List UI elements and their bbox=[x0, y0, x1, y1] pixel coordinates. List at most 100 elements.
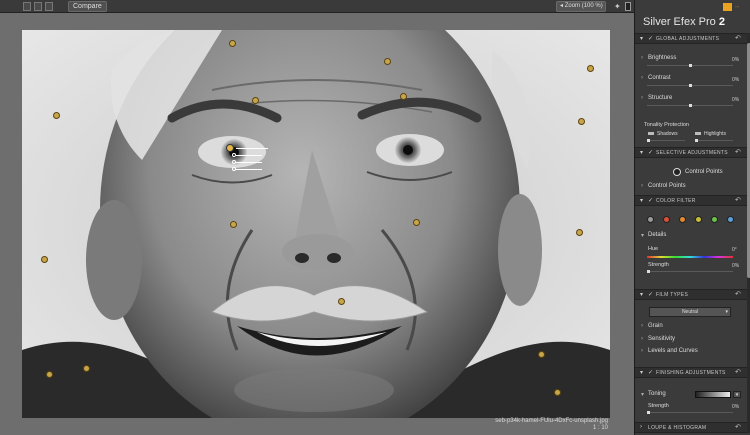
slider-thumb[interactable] bbox=[689, 64, 692, 67]
reset-icon[interactable]: ↶ bbox=[735, 423, 741, 431]
reset-icon[interactable]: ↶ bbox=[735, 34, 741, 42]
slider-thumb[interactable] bbox=[647, 139, 650, 142]
active-control-point[interactable] bbox=[226, 144, 276, 178]
control-point[interactable] bbox=[338, 298, 345, 305]
toning-dropdown-icon[interactable]: ▾ bbox=[733, 391, 741, 398]
structure-slider[interactable] bbox=[647, 104, 733, 107]
color-filter-swatch[interactable] bbox=[663, 216, 670, 223]
section-film-types[interactable]: ▾ ✓ FILM TYPES ↶ bbox=[635, 289, 747, 300]
control-point[interactable] bbox=[400, 93, 407, 100]
shadows-label: Shadows bbox=[657, 131, 678, 137]
grain-label[interactable]: Grain bbox=[648, 323, 663, 329]
section-finishing-adjustments[interactable]: ▾ ✓ FINISHING ADJUSTMENTS ↶ bbox=[635, 367, 747, 378]
reset-icon[interactable]: ↶ bbox=[735, 148, 741, 156]
slider-thumb[interactable] bbox=[647, 270, 650, 273]
section-color-filter[interactable]: ▾ ✓ COLOR FILTER ↶ bbox=[635, 195, 747, 206]
control-point[interactable] bbox=[53, 112, 60, 119]
row-chevron-icon[interactable]: › bbox=[641, 183, 643, 189]
highlights-slider[interactable] bbox=[695, 139, 733, 142]
row-chevron-icon[interactable]: › bbox=[641, 348, 643, 354]
control-point[interactable] bbox=[384, 58, 391, 65]
color-filter-swatch[interactable] bbox=[679, 216, 686, 223]
row-chevron-icon[interactable]: › bbox=[641, 75, 643, 81]
toning-strength-value: 0% bbox=[732, 404, 740, 410]
brightness-slider[interactable] bbox=[647, 64, 733, 67]
control-point[interactable] bbox=[587, 65, 594, 72]
background-color-icon[interactable] bbox=[625, 2, 631, 11]
section-chevron-icon[interactable]: ▾ bbox=[641, 391, 644, 398]
hue-label: Hue bbox=[648, 246, 659, 252]
slider-thumb[interactable] bbox=[689, 104, 692, 107]
reset-icon[interactable]: ↶ bbox=[735, 290, 741, 298]
slider-thumb[interactable] bbox=[695, 139, 698, 142]
slider-thumb[interactable] bbox=[689, 84, 692, 87]
control-point[interactable] bbox=[230, 221, 237, 228]
reset-icon[interactable]: ↶ bbox=[735, 368, 741, 376]
app-brand: Silver Efex Pro 2 bbox=[643, 16, 725, 28]
highlights-icon bbox=[695, 132, 701, 135]
side-by-side-view-icon[interactable] bbox=[45, 2, 53, 11]
color-filter-swatch[interactable] bbox=[711, 216, 718, 223]
color-filter-swatch[interactable] bbox=[727, 216, 734, 223]
section-enable-check-icon[interactable]: ✓ bbox=[648, 149, 653, 156]
zoom-dropdown[interactable]: ◂ Zoom (100 %) bbox=[556, 1, 606, 12]
control-points-list-label[interactable]: Control Points bbox=[648, 183, 686, 189]
color-filter-swatch[interactable] bbox=[647, 216, 654, 223]
control-point[interactable] bbox=[41, 256, 48, 263]
control-point[interactable] bbox=[413, 219, 420, 226]
section-enable-check-icon[interactable]: ✓ bbox=[648, 35, 653, 42]
hue-value: 0° bbox=[732, 247, 737, 253]
brightness-value: 0% bbox=[732, 57, 740, 63]
row-chevron-icon[interactable]: › bbox=[641, 55, 643, 61]
film-type-select[interactable]: Neutral ▾ bbox=[649, 307, 731, 317]
strength-value: 0% bbox=[732, 263, 740, 269]
section-title: GLOBAL ADJUSTMENTS bbox=[656, 36, 720, 42]
section-global-adjustments[interactable]: ▾ ✓ GLOBAL ADJUSTMENTS ↶ bbox=[635, 33, 747, 44]
row-chevron-icon[interactable]: › bbox=[641, 323, 643, 329]
section-enable-check-icon[interactable]: ✓ bbox=[648, 197, 653, 204]
preview-photo[interactable] bbox=[22, 30, 610, 418]
levels-curves-label[interactable]: Levels and Curves bbox=[648, 348, 698, 354]
row-chevron-icon[interactable]: › bbox=[641, 336, 643, 342]
section-title: SELECTIVE ADJUSTMENTS bbox=[656, 150, 728, 156]
section-chevron-icon: ▾ bbox=[640, 292, 644, 298]
section-loupe-histogram[interactable]: › LOUPE & HISTOGRAM ↶ bbox=[635, 422, 747, 433]
control-point[interactable] bbox=[83, 365, 90, 372]
single-view-icon[interactable] bbox=[23, 2, 31, 11]
section-chevron-icon: ▾ bbox=[640, 36, 644, 42]
section-chevron-icon: ▾ bbox=[640, 370, 644, 376]
hand-tool-icon[interactable]: ✦ bbox=[614, 2, 622, 11]
toning-strength-slider[interactable] bbox=[647, 411, 733, 414]
control-point[interactable] bbox=[252, 97, 259, 104]
control-point[interactable] bbox=[578, 118, 585, 125]
section-enable-check-icon[interactable]: ✓ bbox=[648, 291, 653, 298]
slider-thumb[interactable] bbox=[647, 411, 650, 414]
section-chevron-icon[interactable]: ▾ bbox=[641, 232, 644, 239]
add-control-point-button[interactable]: Control Points bbox=[645, 166, 737, 179]
nik-logo-text: ◦◦◦ bbox=[735, 4, 740, 9]
contrast-slider[interactable] bbox=[647, 84, 733, 87]
section-title: FILM TYPES bbox=[656, 292, 689, 298]
control-point[interactable] bbox=[538, 351, 545, 358]
hue-slider[interactable] bbox=[647, 256, 733, 258]
control-point[interactable] bbox=[46, 371, 53, 378]
control-point[interactable] bbox=[554, 389, 561, 396]
details-label[interactable]: Details bbox=[648, 232, 666, 238]
structure-value: 0% bbox=[732, 97, 740, 103]
color-filter-swatch[interactable] bbox=[695, 216, 702, 223]
shadows-slider[interactable] bbox=[647, 139, 685, 142]
control-point[interactable] bbox=[229, 40, 236, 47]
compare-button[interactable]: Compare bbox=[68, 1, 107, 12]
section-enable-check-icon[interactable]: ✓ bbox=[648, 369, 653, 376]
split-view-icon[interactable] bbox=[34, 2, 42, 11]
toning-label[interactable]: Toning bbox=[648, 391, 666, 397]
reset-icon[interactable]: ↶ bbox=[735, 196, 741, 204]
row-chevron-icon[interactable]: › bbox=[641, 95, 643, 101]
control-point[interactable] bbox=[576, 229, 583, 236]
preview-canvas[interactable]: seb-p34k-hamel-FUlu-4DxFc-unsplash.jpg 1… bbox=[0, 14, 634, 435]
strength-slider[interactable] bbox=[647, 270, 733, 273]
sensitivity-label[interactable]: Sensitivity bbox=[648, 336, 675, 342]
toning-preview[interactable] bbox=[695, 391, 731, 398]
adjustments-panel: ◦◦◦ Silver Efex Pro 2 ▾ ✓ GLOBAL ADJUSTM… bbox=[634, 0, 750, 435]
section-selective-adjustments[interactable]: ▾ ✓ SELECTIVE ADJUSTMENTS ↶ bbox=[635, 147, 747, 158]
